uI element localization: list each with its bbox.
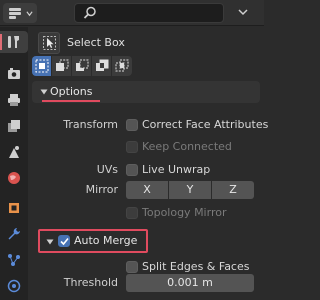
tab-output[interactable] bbox=[3, 89, 25, 111]
world-icon bbox=[8, 172, 20, 184]
properties-editor-icon bbox=[9, 8, 21, 19]
uvs-label: UVs bbox=[96, 163, 118, 176]
options-highlight-underline bbox=[42, 100, 100, 102]
properties-tab-bar bbox=[0, 27, 28, 300]
cursor-arrow-icon bbox=[43, 36, 56, 50]
mode-intersect-button[interactable] bbox=[112, 56, 132, 76]
auto-merge-label[interactable]: Auto Merge bbox=[74, 234, 137, 247]
live-unwrap-label[interactable]: Live Unwrap bbox=[142, 163, 210, 176]
threshold-input[interactable]: 0.001 m bbox=[126, 274, 254, 292]
topology-mirror-checkbox[interactable] bbox=[126, 207, 138, 219]
properties-header bbox=[0, 0, 264, 26]
wrench-icon bbox=[8, 228, 20, 240]
auto-merge-checkbox[interactable] bbox=[58, 235, 70, 247]
search-icon bbox=[83, 6, 96, 19]
view-layer-icon bbox=[8, 120, 20, 132]
select-set-icon bbox=[35, 59, 49, 73]
split-edges-faces-label[interactable]: Split Edges & Faces bbox=[142, 260, 249, 273]
tab-view-layer[interactable] bbox=[3, 115, 25, 137]
select-extend-icon bbox=[56, 59, 69, 71]
mirror-axis-toggles: X Y Z bbox=[126, 181, 254, 199]
mode-extend-button[interactable] bbox=[52, 56, 72, 76]
selection-mode-group bbox=[32, 56, 132, 76]
threshold-label: Threshold bbox=[63, 276, 118, 289]
tab-particles[interactable] bbox=[3, 249, 25, 271]
tool-icon bbox=[8, 36, 19, 48]
tab-render[interactable] bbox=[3, 63, 25, 85]
chevron-down-icon[interactable] bbox=[238, 8, 248, 16]
checkmark-icon bbox=[60, 237, 69, 246]
mirror-y-toggle[interactable]: Y bbox=[169, 181, 212, 199]
mode-subtract-button[interactable] bbox=[72, 56, 92, 76]
tab-world[interactable] bbox=[3, 167, 25, 189]
physics-icon bbox=[7, 279, 21, 293]
active-tool-name: Select Box bbox=[67, 36, 125, 49]
mode-difference-button[interactable] bbox=[92, 56, 112, 76]
select-difference-icon bbox=[96, 59, 109, 71]
tool-settings-panel: Select Box Options Transform Correct Fac… bbox=[28, 27, 268, 300]
correct-face-attributes-label[interactable]: Correct Face Attributes bbox=[142, 118, 268, 131]
mode-set-button[interactable] bbox=[32, 56, 52, 76]
output-icon bbox=[8, 94, 20, 106]
auto-merge-subpanel-header[interactable]: Auto Merge bbox=[38, 229, 148, 253]
mirror-label: Mirror bbox=[85, 183, 118, 196]
options-title: Options bbox=[50, 85, 93, 98]
tab-tool[interactable] bbox=[0, 31, 28, 53]
topology-mirror-label[interactable]: Topology Mirror bbox=[142, 206, 226, 219]
select-intersect-icon bbox=[115, 59, 129, 72]
tab-physics[interactable] bbox=[3, 275, 25, 297]
keep-connected-label[interactable]: Keep Connected bbox=[142, 140, 232, 153]
select-subtract-icon bbox=[76, 59, 89, 71]
keep-connected-checkbox[interactable] bbox=[126, 141, 138, 153]
correct-face-attributes-checkbox[interactable] bbox=[126, 119, 138, 131]
scene-icon bbox=[9, 146, 19, 158]
tab-modifier[interactable] bbox=[3, 223, 25, 245]
active-tool-button[interactable] bbox=[38, 32, 60, 54]
editor-type-button[interactable] bbox=[3, 3, 37, 23]
live-unwrap-checkbox[interactable] bbox=[126, 164, 138, 176]
object-icon bbox=[9, 203, 19, 213]
disclosure-triangle-icon bbox=[40, 89, 48, 95]
tab-scene[interactable] bbox=[3, 141, 25, 163]
search-input[interactable] bbox=[101, 5, 219, 21]
chevron-down-icon bbox=[26, 11, 33, 17]
particles-icon bbox=[8, 254, 20, 266]
mirror-x-toggle[interactable]: X bbox=[126, 181, 169, 199]
search-field[interactable] bbox=[74, 3, 224, 23]
transform-label: Transform bbox=[63, 118, 118, 131]
tab-object[interactable] bbox=[3, 197, 25, 219]
mirror-z-toggle[interactable]: Z bbox=[212, 181, 254, 199]
render-icon bbox=[8, 68, 20, 79]
disclosure-triangle-icon bbox=[46, 239, 54, 245]
split-edges-faces-checkbox[interactable] bbox=[126, 261, 138, 273]
